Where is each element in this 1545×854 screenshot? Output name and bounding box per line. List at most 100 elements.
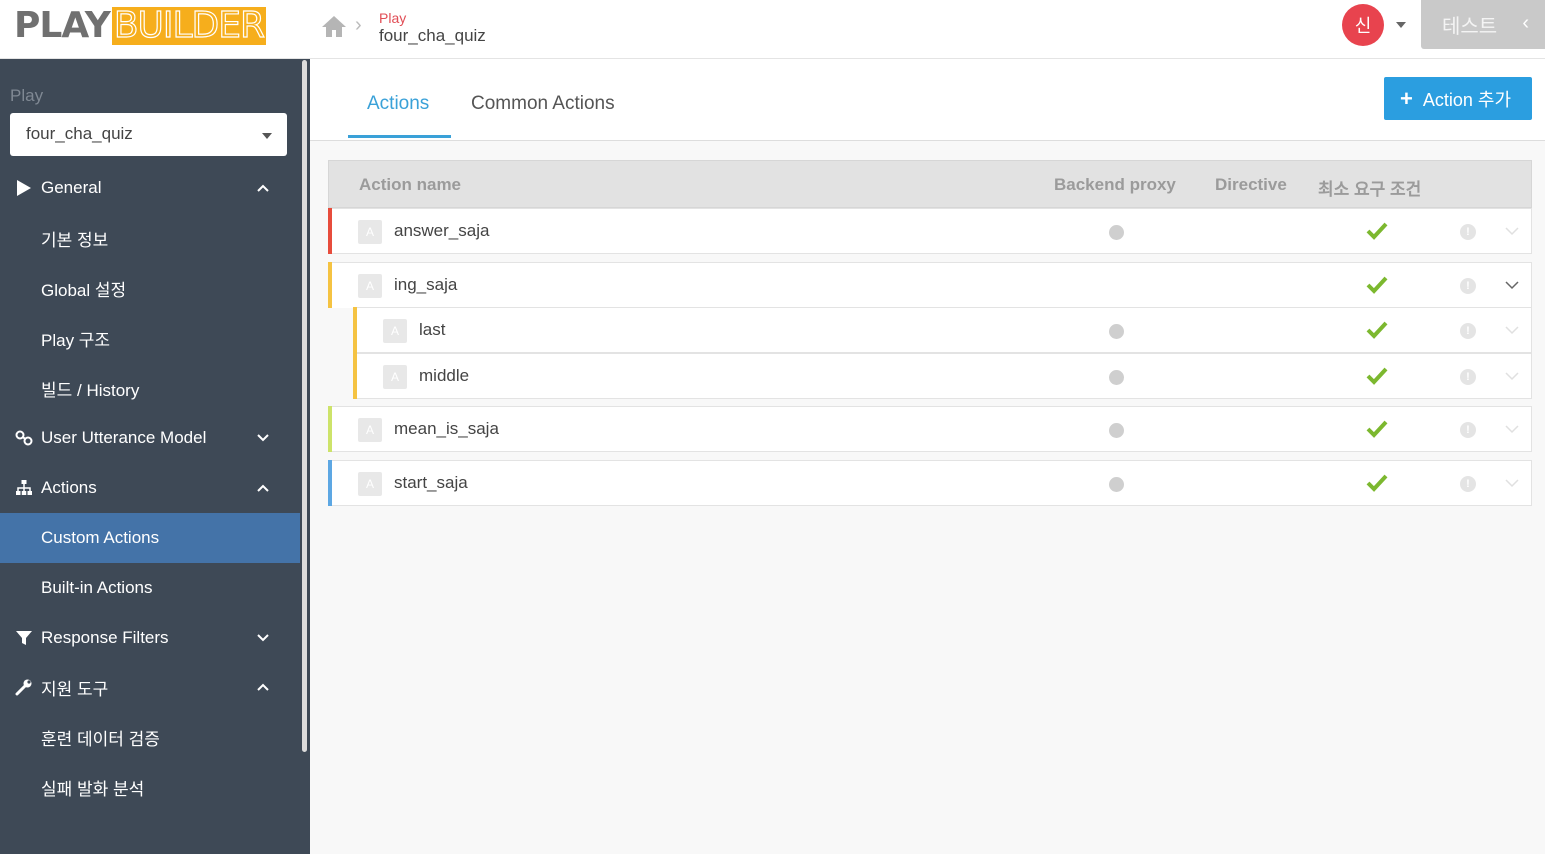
row-color-bar [328,460,332,506]
column-header-action-name[interactable]: Action name [359,175,461,195]
table-row[interactable]: A answer_saja ! [328,208,1532,254]
check-icon [1366,321,1388,339]
add-action-label: Action 추가 [1422,89,1512,110]
chevron-down-icon[interactable] [1504,224,1520,238]
column-header-min-requirement[interactable]: 최소 요구 조건 [1318,175,1421,200]
sidebar-item-general[interactable]: General [0,163,300,213]
info-icon[interactable]: ! [1460,476,1476,492]
caret-down-icon[interactable] [1396,22,1406,28]
action-type-badge: A [383,365,407,389]
chevron-right-icon: › [355,14,362,36]
backend-proxy-indicator [1109,370,1124,385]
table-row[interactable]: A ing_saja ! [328,262,1532,308]
action-type-badge: A [358,418,382,442]
table-row-child[interactable]: A middle ! [353,353,1532,399]
sidebar-item-label: 기본 정보 [41,230,109,250]
sidebar-item-label: General [41,178,102,197]
action-type-badge: A [358,220,382,244]
tab-actions[interactable]: Actions [367,93,429,115]
sidebar-item-label: 빌드 / History [41,380,140,400]
sidebar-item-label: Built-in Actions [41,578,153,597]
sidebar-item-label: 실패 발화 분석 [41,779,145,799]
sidebar-item-training-data-validation[interactable]: 훈련 데이터 검증 [0,712,300,762]
column-header-backend-proxy[interactable]: Backend proxy [1054,175,1176,195]
chevron-up-icon [257,484,269,492]
row-color-bar [328,406,332,452]
sidebar-scrollbar[interactable] [302,60,307,752]
user-avatar[interactable]: 신 [1342,4,1384,46]
sidebar-item-custom-actions[interactable]: Custom Actions [0,513,300,563]
action-name[interactable]: mean_is_saja [394,419,499,439]
logo-builder-label: BUILDER [113,5,265,46]
action-type-badge: A [358,472,382,496]
sidebar-item-build-history[interactable]: 빌드 / History [0,363,300,413]
info-icon[interactable]: ! [1460,369,1476,385]
chevron-down-icon[interactable] [1504,278,1520,292]
column-header-directive[interactable]: Directive [1215,175,1287,195]
sidebar-item-label: 훈련 데이터 검증 [41,729,160,749]
chevron-down-icon [257,634,269,642]
info-icon[interactable]: ! [1460,278,1476,294]
action-name[interactable]: last [419,320,445,340]
sitemap-icon [16,480,32,495]
app-logo[interactable]: PLAY BUILDER [14,5,267,46]
table-row[interactable]: A start_saja ! [328,460,1532,506]
breadcrumb-value[interactable]: four_cha_quiz [379,26,486,46]
sidebar-item-actions[interactable]: Actions [0,463,300,513]
sidebar-item-label: Actions [41,478,97,497]
check-icon [1366,276,1388,294]
active-tab-indicator [348,135,451,138]
sidebar-item-label: 지원 도구 [41,679,109,699]
chevron-down-icon[interactable] [1504,369,1520,383]
tab-bar: Actions Common Actions [310,59,1545,141]
chevron-down-icon[interactable] [1504,422,1520,436]
logo-text-builder: BUILDER [111,5,267,46]
sidebar-item-global-settings[interactable]: Global 설정 [0,263,300,313]
play-select-value: four_cha_quiz [26,124,133,143]
sidebar-item-user-utterance-model[interactable]: User Utterance Model [0,413,300,463]
chevron-down-icon[interactable] [1504,476,1520,490]
chevron-up-icon [257,683,269,691]
test-button-label: 테스트 [1442,16,1498,38]
logo-text-play: PLAY [14,5,111,46]
home-icon[interactable] [321,14,347,38]
sidebar-item-label: Response Filters [41,628,169,647]
action-type-badge: A [358,274,382,298]
top-header: PLAY BUILDER › Play four_cha_quiz 신 테스트 … [0,0,1545,59]
info-icon[interactable]: ! [1460,224,1476,240]
sidebar-item-response-filters[interactable]: Response Filters [0,613,300,663]
check-icon [1366,474,1388,492]
play-triangle-icon [17,180,31,196]
table-row[interactable]: A mean_is_saja ! [328,406,1532,452]
add-action-button[interactable]: + Action 추가 [1384,77,1532,120]
sidebar: Play four_cha_quiz General 기본 정보 Global … [0,59,310,854]
info-icon[interactable]: ! [1460,422,1476,438]
sidebar-item-failed-utterance-analysis[interactable]: 실패 발화 분석 [0,762,300,812]
info-icon[interactable]: ! [1460,323,1476,339]
action-name[interactable]: start_saja [394,473,468,493]
breadcrumb-label: Play [379,10,407,26]
backend-proxy-indicator [1109,423,1124,438]
sidebar-item-support-tools[interactable]: 지원 도구 [0,662,300,712]
caret-down-icon [262,133,272,139]
sidebar-item-basic-info[interactable]: 기본 정보 [0,213,300,263]
play-select[interactable]: four_cha_quiz [10,113,287,156]
chevron-down-icon [257,434,269,442]
tab-common-actions[interactable]: Common Actions [471,93,615,115]
chevron-down-icon[interactable] [1504,323,1520,337]
sidebar-item-built-in-actions[interactable]: Built-in Actions [0,563,300,613]
action-name[interactable]: answer_saja [394,221,489,241]
backend-proxy-indicator [1109,324,1124,339]
test-panel-button[interactable]: 테스트 ‹ [1421,0,1545,49]
table-row-child[interactable]: A last ! [353,307,1532,353]
sidebar-item-label: Custom Actions [41,528,160,547]
check-icon [1366,420,1388,438]
table-header: Action name Backend proxy Directive 최소 요… [328,160,1532,208]
chevron-up-icon [257,184,269,192]
action-name[interactable]: ing_saja [394,275,457,295]
sidebar-item-play-structure[interactable]: Play 구조 [0,313,300,363]
action-name[interactable]: middle [419,366,469,386]
plus-icon: + [1400,85,1413,111]
check-icon [1366,367,1388,385]
link-icon [15,430,33,446]
